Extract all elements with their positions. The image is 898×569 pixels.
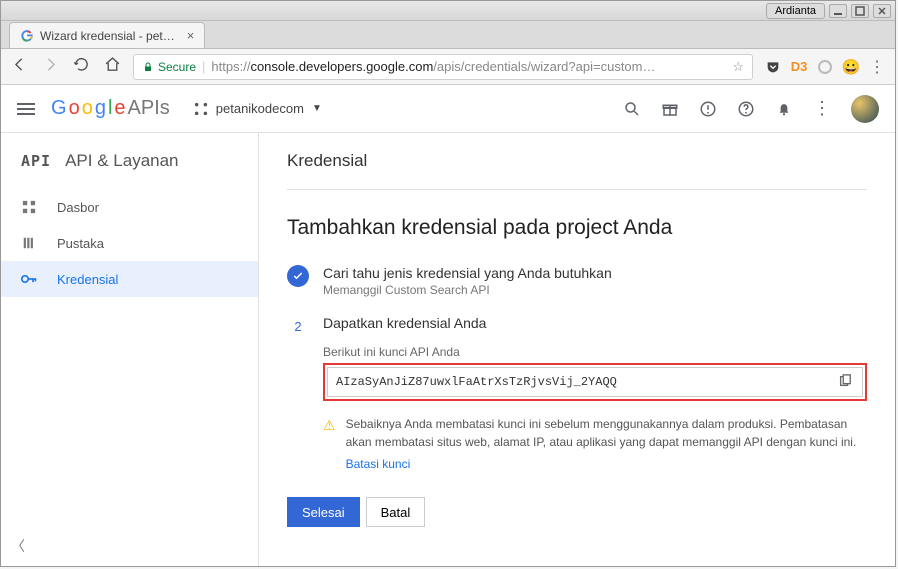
library-icon: [21, 235, 37, 251]
api-key-value: AIzaSyAnJiZ87uwxlFaAtrXsTzRjvsVij_2YAQQ: [336, 375, 838, 389]
maximize-button[interactable]: [851, 4, 869, 18]
extension-icon[interactable]: [817, 59, 833, 75]
sidebar-collapse-icon[interactable]: 〈: [11, 536, 25, 556]
browser-toolbar: Secure | https://console.developers.goog…: [1, 49, 895, 85]
back-button[interactable]: [11, 56, 28, 78]
dashboard-icon: [21, 199, 37, 215]
menu-burger-icon[interactable]: [17, 103, 35, 115]
browser-menu-icon[interactable]: ⋮: [869, 57, 885, 77]
done-button[interactable]: Selesai: [287, 497, 360, 527]
alert-icon[interactable]: [699, 100, 717, 118]
os-user-badge: Ardianta: [766, 3, 825, 19]
reload-button[interactable]: [73, 56, 90, 78]
os-title-bar: Ardianta: [1, 1, 895, 21]
api-key-label: Berikut ini kunci API Anda: [323, 345, 867, 359]
sidebar-title: API & Layanan: [65, 151, 178, 171]
api-brand-icon: API: [21, 152, 51, 170]
sidebar-item-kredensial[interactable]: Kredensial: [1, 261, 258, 297]
sidebar: API API & Layanan Dasbor Pustaka Kredens…: [1, 133, 259, 566]
step1-check-icon: [287, 265, 309, 287]
restrict-key-link[interactable]: Batasi kunci: [346, 455, 411, 473]
more-vert-icon[interactable]: ⋮: [813, 100, 831, 118]
app-header: Google APIs petanikodecom ▼ ⋮: [1, 85, 895, 133]
step2-number: 2: [287, 315, 309, 337]
google-favicon-icon: [20, 29, 34, 43]
sidebar-item-label: Kredensial: [57, 272, 118, 287]
copy-icon[interactable]: [838, 374, 854, 390]
warning-icon: ⚠: [323, 415, 336, 473]
sidebar-item-label: Pustaka: [57, 236, 104, 251]
sidebar-header: API API & Layanan: [1, 133, 258, 189]
key-icon: [21, 271, 37, 287]
minimize-button[interactable]: [829, 4, 847, 18]
warning-text: Sebaiknya Anda membatasi kunci ini sebel…: [346, 417, 857, 449]
api-key-highlight: AIzaSyAnJiZ87uwxlFaAtrXsTzRjvsVij_2YAQQ: [323, 363, 867, 401]
bell-icon[interactable]: [775, 100, 793, 118]
sidebar-item-dasbor[interactable]: Dasbor: [1, 189, 258, 225]
step1-title: Cari tahu jenis kredensial yang Anda but…: [323, 265, 867, 281]
page-heading: Tambahkan kredensial pada project Anda: [287, 214, 867, 241]
tab-close-icon[interactable]: ×: [187, 28, 195, 43]
section-title: Kredensial: [287, 151, 867, 171]
sidebar-item-label: Dasbor: [57, 200, 99, 215]
address-bar[interactable]: Secure | https://console.developers.goog…: [133, 54, 753, 80]
secure-lock-icon: Secure: [142, 60, 196, 74]
sidebar-item-pustaka[interactable]: Pustaka: [1, 225, 258, 261]
google-apis-logo[interactable]: Google APIs: [51, 97, 170, 120]
bookmark-star-icon[interactable]: ☆: [732, 59, 744, 75]
project-icon: [194, 102, 208, 116]
forward-button[interactable]: [42, 56, 59, 78]
project-name: petanikodecom: [216, 101, 304, 116]
tab-title: Wizard kredensial - pet…: [40, 29, 175, 43]
pocket-extension-icon[interactable]: [765, 59, 781, 75]
step2-title: Dapatkan kredensial Anda: [323, 315, 867, 331]
search-icon[interactable]: [623, 100, 641, 118]
browser-tab-strip: Wizard kredensial - pet… ×: [1, 21, 895, 49]
project-selector[interactable]: petanikodecom ▼: [194, 101, 322, 116]
emoji-extension-icon[interactable]: 😀: [843, 59, 859, 75]
user-avatar[interactable]: [851, 95, 879, 123]
home-button[interactable]: [104, 56, 121, 78]
cancel-button[interactable]: Batal: [366, 497, 426, 527]
dropdown-icon: ▼: [312, 103, 322, 114]
browser-tab[interactable]: Wizard kredensial - pet… ×: [9, 22, 205, 48]
gift-icon[interactable]: [661, 100, 679, 118]
close-button[interactable]: [873, 4, 891, 18]
help-icon[interactable]: [737, 100, 755, 118]
api-key-field[interactable]: AIzaSyAnJiZ87uwxlFaAtrXsTzRjvsVij_2YAQQ: [327, 367, 863, 397]
step1-subtitle: Memanggil Custom Search API: [323, 283, 867, 297]
url-text: https://console.developers.google.com/ap…: [211, 59, 726, 74]
d3-extension-icon[interactable]: D3: [791, 59, 807, 75]
